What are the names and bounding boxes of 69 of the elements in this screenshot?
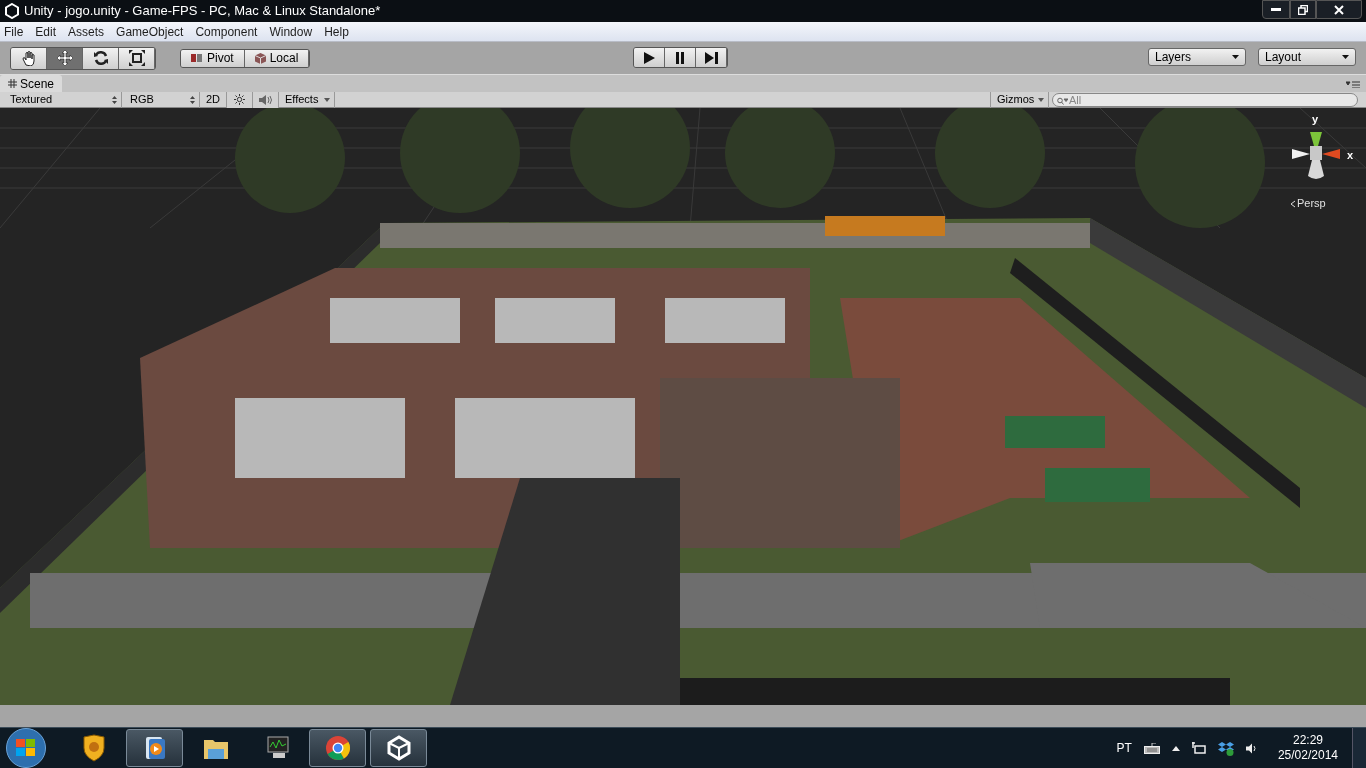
dropdown-arrow-icon [324, 97, 331, 102]
menu-item[interactable]: File [4, 22, 24, 41]
pause-button[interactable] [665, 48, 696, 67]
x-axis-label: x [1347, 150, 1354, 161]
maximize-button[interactable] [1290, 0, 1316, 19]
keyboard-icon[interactable] [1143, 742, 1160, 754]
close-icon [1334, 4, 1344, 15]
network-icon[interactable] [1191, 741, 1206, 755]
move-arrows-icon [56, 50, 73, 66]
dropdown-arrow-icon [1232, 55, 1239, 59]
hand-icon [20, 50, 37, 66]
menu-item[interactable]: Help [324, 22, 349, 41]
dropdown-arrow-icon [1038, 97, 1045, 102]
unity-logo-icon [4, 3, 20, 19]
clock[interactable]: 22:29 25/02/2014 [1277, 733, 1338, 763]
chrome-icon [323, 734, 352, 762]
step-icon [704, 50, 718, 65]
search-field[interactable]: All [1052, 93, 1358, 107]
updown-arrow-icon [112, 95, 117, 104]
speaker-icon[interactable] [1245, 742, 1258, 754]
pivot-toggle[interactable]: Pivot [181, 49, 245, 67]
cube-icon [254, 52, 266, 64]
updown-arrow-icon [190, 95, 195, 104]
menu-item[interactable]: Edit [35, 22, 57, 41]
scene-tab[interactable]: Scene [0, 75, 63, 92]
rotate-tool-button[interactable] [83, 47, 119, 69]
start-button[interactable] [6, 728, 46, 768]
window-title: Unity - jogo.unity - Game-FPS - PC, Mac & Linux Standalone* [24, 2, 381, 21]
windows-logo-icon [16, 739, 36, 757]
restore-icon [1298, 4, 1308, 15]
menu-item[interactable]: Assets [68, 22, 105, 41]
channel-dropdown[interactable]: RGB [122, 91, 200, 108]
minimize-icon [1271, 7, 1281, 12]
menu-item[interactable]: Component [195, 22, 258, 41]
play-button[interactable] [634, 48, 665, 67]
play-icon [642, 50, 656, 65]
minimize-button[interactable] [1262, 0, 1290, 19]
hand-tool-button[interactable] [11, 47, 47, 69]
scale-tool-button[interactable] [119, 47, 155, 69]
taskbar-app-button[interactable] [309, 729, 366, 767]
dropdown-arrow-icon [1342, 55, 1349, 59]
step-button[interactable] [696, 48, 727, 67]
y-axis-label: y [1312, 114, 1319, 125]
close-button[interactable] [1316, 0, 1362, 19]
pause-icon [673, 50, 687, 65]
speaker-icon [258, 94, 273, 105]
show-hidden-icons-icon[interactable] [1171, 745, 1180, 751]
gizmos-dropdown[interactable]: Gizmos [990, 91, 1050, 108]
menu-item[interactable]: GameObject [116, 22, 184, 41]
dropbox-icon[interactable] [1217, 740, 1234, 756]
pivot-icon [191, 53, 203, 63]
grid-icon [8, 79, 17, 88]
rotate-icon [92, 50, 109, 66]
effects-dropdown[interactable]: Effects [279, 91, 336, 108]
local-toggle[interactable]: Local [244, 49, 310, 67]
taskbar-app-button[interactable] [370, 729, 427, 767]
projection-toggle[interactable]: Persp [1290, 198, 1326, 209]
panel-menu-icon[interactable] [1346, 81, 1360, 88]
chevron-left-icon [1290, 199, 1296, 208]
toolbar-dropdown[interactable]: Layers [1148, 48, 1246, 66]
taskbar-app-button[interactable] [126, 729, 183, 767]
toolbar-dropdown[interactable]: Layout [1258, 48, 1356, 66]
search-icon [1057, 97, 1068, 105]
language-indicator[interactable]: PT [1116, 739, 1132, 757]
render-mode-dropdown[interactable]: Textured [0, 91, 122, 108]
sun-icon [234, 94, 245, 105]
scale-icon [128, 50, 145, 66]
menu-item[interactable]: Window [269, 22, 313, 41]
move-tool-button[interactable] [47, 47, 83, 69]
